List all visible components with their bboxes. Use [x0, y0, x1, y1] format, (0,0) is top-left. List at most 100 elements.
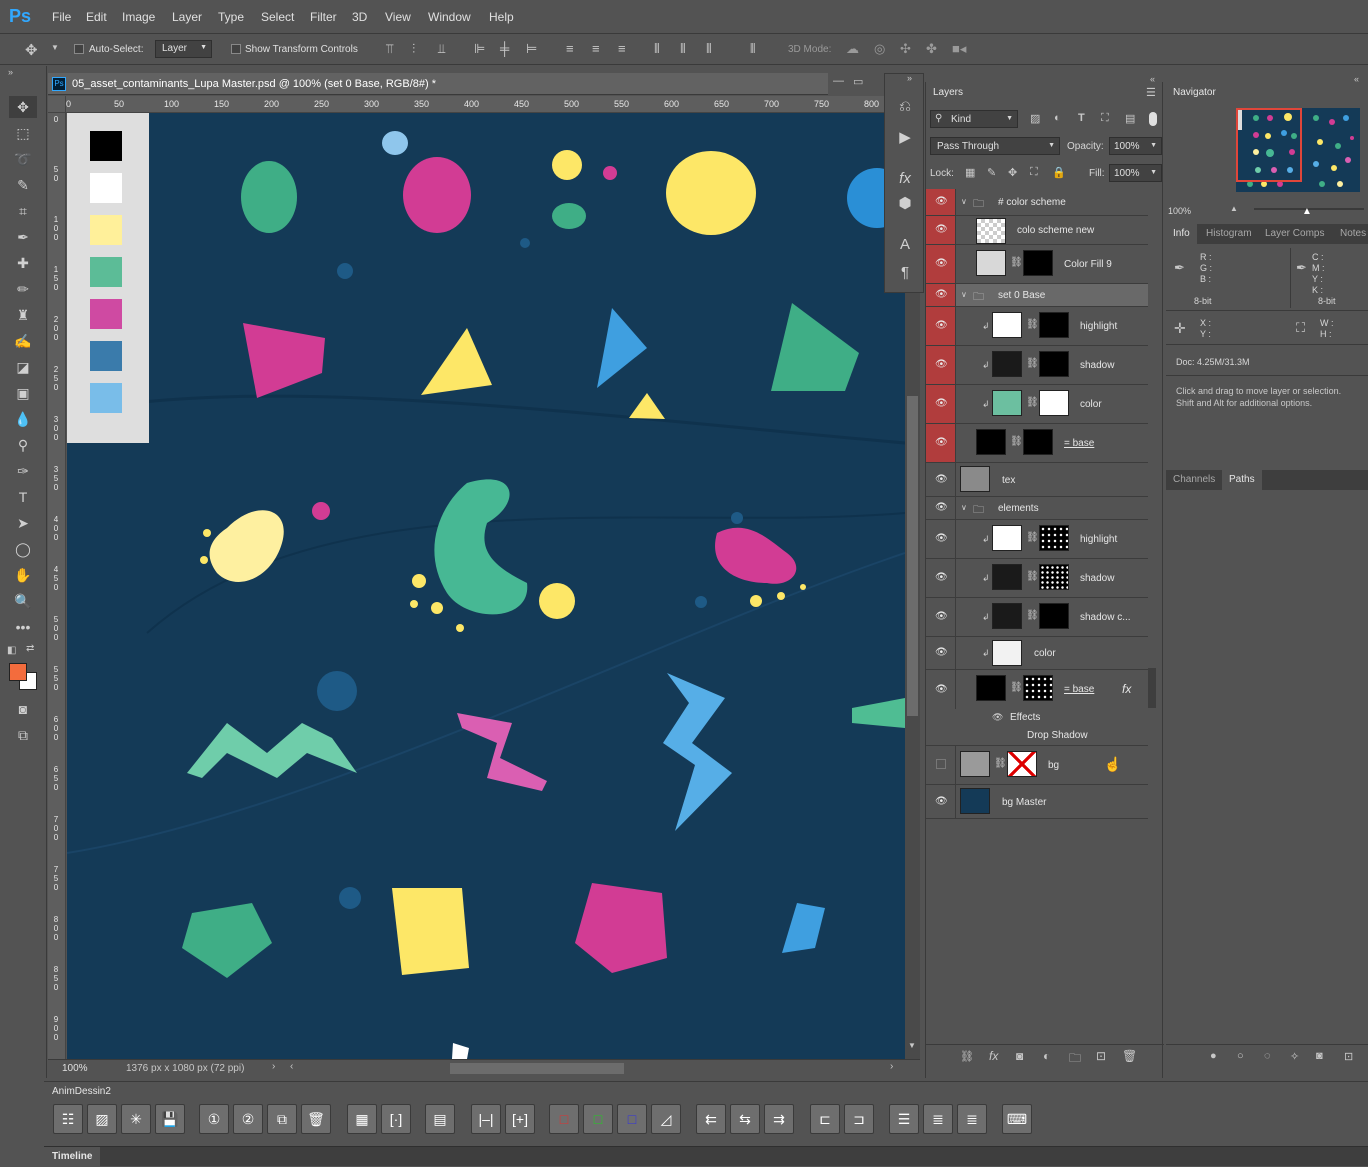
- 3d-cube-icon[interactable]: ⬢: [895, 194, 915, 212]
- text-export-icon[interactable]: ≣: [957, 1104, 987, 1134]
- hand-tool-icon[interactable]: ✋: [9, 564, 37, 586]
- clone-stamp-tool-icon[interactable]: ♜: [9, 304, 37, 326]
- more-tools-icon[interactable]: •••: [9, 616, 37, 638]
- link-icon[interactable]: ⛓: [1026, 358, 1039, 369]
- fx-icon[interactable]: fx: [1122, 682, 1131, 696]
- tab-layers[interactable]: Layers: [926, 82, 971, 104]
- healing-brush-tool-icon[interactable]: ✚: [9, 252, 37, 274]
- align-top-icon[interactable]: ⫪: [386, 41, 393, 57]
- type-tool-icon[interactable]: T: [9, 486, 37, 508]
- eraser-tool-icon[interactable]: ◪: [9, 356, 37, 378]
- visibility-toggle[interactable]: 👁: [926, 785, 956, 818]
- lock-transparent-icon[interactable]: ▦: [965, 166, 975, 179]
- flipbook-icon[interactable]: ✳: [121, 1104, 151, 1134]
- fill-path-icon[interactable]: ●: [1210, 1050, 1217, 1062]
- brush-tool-icon[interactable]: ✏: [9, 278, 37, 300]
- menu-select[interactable]: Select: [261, 10, 294, 24]
- tab-info[interactable]: Info: [1166, 224, 1197, 244]
- visibility-toggle[interactable]: 👁: [926, 520, 956, 558]
- delete-frame-icon[interactable]: 🗑: [301, 1104, 331, 1134]
- menu-3d[interactable]: 3D: [352, 10, 367, 24]
- filter-type-icon[interactable]: T: [1078, 112, 1085, 124]
- filter-kind-dropdown[interactable]: ⚲ Kind ▼: [930, 110, 1018, 128]
- 3d-pan-icon[interactable]: ✣: [900, 41, 911, 57]
- blue-channel-icon[interactable]: □: [617, 1104, 647, 1134]
- zoom-out-icon[interactable]: ▲: [1230, 204, 1238, 213]
- layer-group-elements[interactable]: 👁 ∨ 🗀 elements: [926, 497, 1148, 520]
- tab-timeline[interactable]: Timeline: [44, 1147, 101, 1167]
- menu-layer[interactable]: Layer: [172, 10, 202, 24]
- timeline-frames-icon[interactable]: ☷: [53, 1104, 83, 1134]
- distribute-hcenter-icon[interactable]: ⦀: [680, 41, 686, 57]
- path-selection-tool-icon[interactable]: ➤: [9, 512, 37, 534]
- screen-mode-icon[interactable]: ⧉: [9, 724, 37, 746]
- new-path-icon[interactable]: ⊡: [1344, 1050, 1353, 1063]
- layer-row[interactable]: 👁 ↲ ⛓ shadow: [926, 346, 1148, 385]
- align-left-icon[interactable]: ⊫: [474, 41, 485, 57]
- move-tool-icon[interactable]: ✥: [25, 41, 38, 59]
- document-tab[interactable]: Ps 05_asset_contaminants_Lupa Master.psd…: [48, 73, 884, 95]
- extend-range-icon[interactable]: |‒|: [471, 1104, 501, 1134]
- filter-adjustment-icon[interactable]: ◐: [1054, 112, 1061, 124]
- 3d-orbit-icon[interactable]: ☁: [846, 41, 859, 57]
- link-layers-icon[interactable]: ⛓: [960, 1050, 974, 1063]
- align-right-icon[interactable]: ⊨: [526, 41, 537, 57]
- notes-icon[interactable]: ☰: [889, 1104, 919, 1134]
- save-icon[interactable]: 💾: [155, 1104, 185, 1134]
- distribute-bottom-icon[interactable]: ≡: [618, 41, 626, 56]
- visibility-toggle[interactable]: [926, 746, 956, 784]
- distribute-right-icon[interactable]: ⦀: [706, 41, 712, 57]
- dodge-tool-icon[interactable]: ⚲: [9, 434, 37, 456]
- move-back-icon[interactable]: ⇇: [696, 1104, 726, 1134]
- visibility-toggle[interactable]: 👁: [926, 284, 956, 306]
- visibility-toggle[interactable]: 👁: [926, 385, 956, 423]
- layer-row[interactable]: 👁 ↲ ⛓ shadow: [926, 559, 1148, 598]
- menu-help[interactable]: Help: [489, 10, 514, 24]
- 3d-scale-icon[interactable]: ■◂: [952, 41, 966, 57]
- scroll-down-icon[interactable]: ▼: [908, 1041, 916, 1050]
- eye-icon[interactable]: 👁: [992, 712, 1003, 723]
- layer-row[interactable]: ⛓ bg ☝: [926, 746, 1148, 785]
- menu-window[interactable]: Window: [428, 10, 471, 24]
- link-icon[interactable]: ⛓: [1010, 436, 1023, 447]
- opacity-field[interactable]: 100% ▼: [1109, 137, 1162, 155]
- green-channel-icon[interactable]: □: [583, 1104, 613, 1134]
- link-icon[interactable]: ⛓: [1026, 532, 1039, 543]
- lock-artboard-icon[interactable]: ⛶: [1030, 166, 1038, 179]
- auto-select-checkbox[interactable]: [74, 44, 84, 54]
- align-hcenter-icon[interactable]: ╪: [500, 41, 509, 56]
- html-export-icon[interactable]: ≣: [923, 1104, 953, 1134]
- filter-smart-object-icon[interactable]: ▤: [1125, 112, 1135, 125]
- layer-row[interactable]: 👁 ↲ ⛓ highlight: [926, 307, 1148, 346]
- blend-mode-dropdown[interactable]: Pass Through ▼: [930, 137, 1060, 155]
- marquee-tool-icon[interactable]: ⬚: [9, 122, 37, 144]
- visibility-toggle[interactable]: 👁: [926, 245, 956, 283]
- horizontal-scroll-thumb[interactable]: [450, 1063, 624, 1074]
- eyedropper-tool-icon[interactable]: ✒: [9, 226, 37, 248]
- layers-scroll-thumb[interactable]: [1148, 668, 1156, 708]
- filter-pixel-icon[interactable]: ▨: [1030, 112, 1040, 125]
- duplicate-frame-icon[interactable]: ⧉: [267, 1104, 297, 1134]
- lasso-tool-icon[interactable]: ➰: [9, 148, 37, 170]
- link-icon[interactable]: ⛓: [994, 758, 1007, 769]
- tab-notes[interactable]: Notes: [1333, 224, 1368, 244]
- collapse-panel-icon[interactable]: «: [1150, 74, 1155, 84]
- distribute-left-icon[interactable]: ⦀: [654, 41, 660, 57]
- layer-row[interactable]: 👁 ↲ color: [926, 637, 1148, 670]
- zoom-level[interactable]: 100%: [62, 1063, 88, 1074]
- link-icon[interactable]: ⛓: [1026, 397, 1039, 408]
- visibility-toggle[interactable]: 👁: [926, 559, 956, 597]
- menu-filter[interactable]: Filter: [310, 10, 337, 24]
- 3d-roll-icon[interactable]: ◎: [874, 41, 885, 57]
- paragraph-icon[interactable]: ¶: [895, 264, 915, 281]
- onion-skin-icon[interactable]: ▨: [87, 1104, 117, 1134]
- navigator-zoom[interactable]: 100%: [1168, 206, 1191, 216]
- new-folder-icon[interactable]: ▤: [425, 1104, 455, 1134]
- align-bottom-icon[interactable]: ⫫: [438, 41, 445, 57]
- lock-image-icon[interactable]: ✎: [987, 166, 996, 179]
- trim-end-icon[interactable]: ⊐: [844, 1104, 874, 1134]
- auto-select-dropdown[interactable]: Layer ▼: [155, 40, 212, 58]
- fill-field[interactable]: 100% ▼: [1109, 164, 1162, 182]
- auto-align-icon[interactable]: ⫴: [750, 41, 755, 57]
- scroll-left-icon[interactable]: ‹: [290, 1061, 293, 1072]
